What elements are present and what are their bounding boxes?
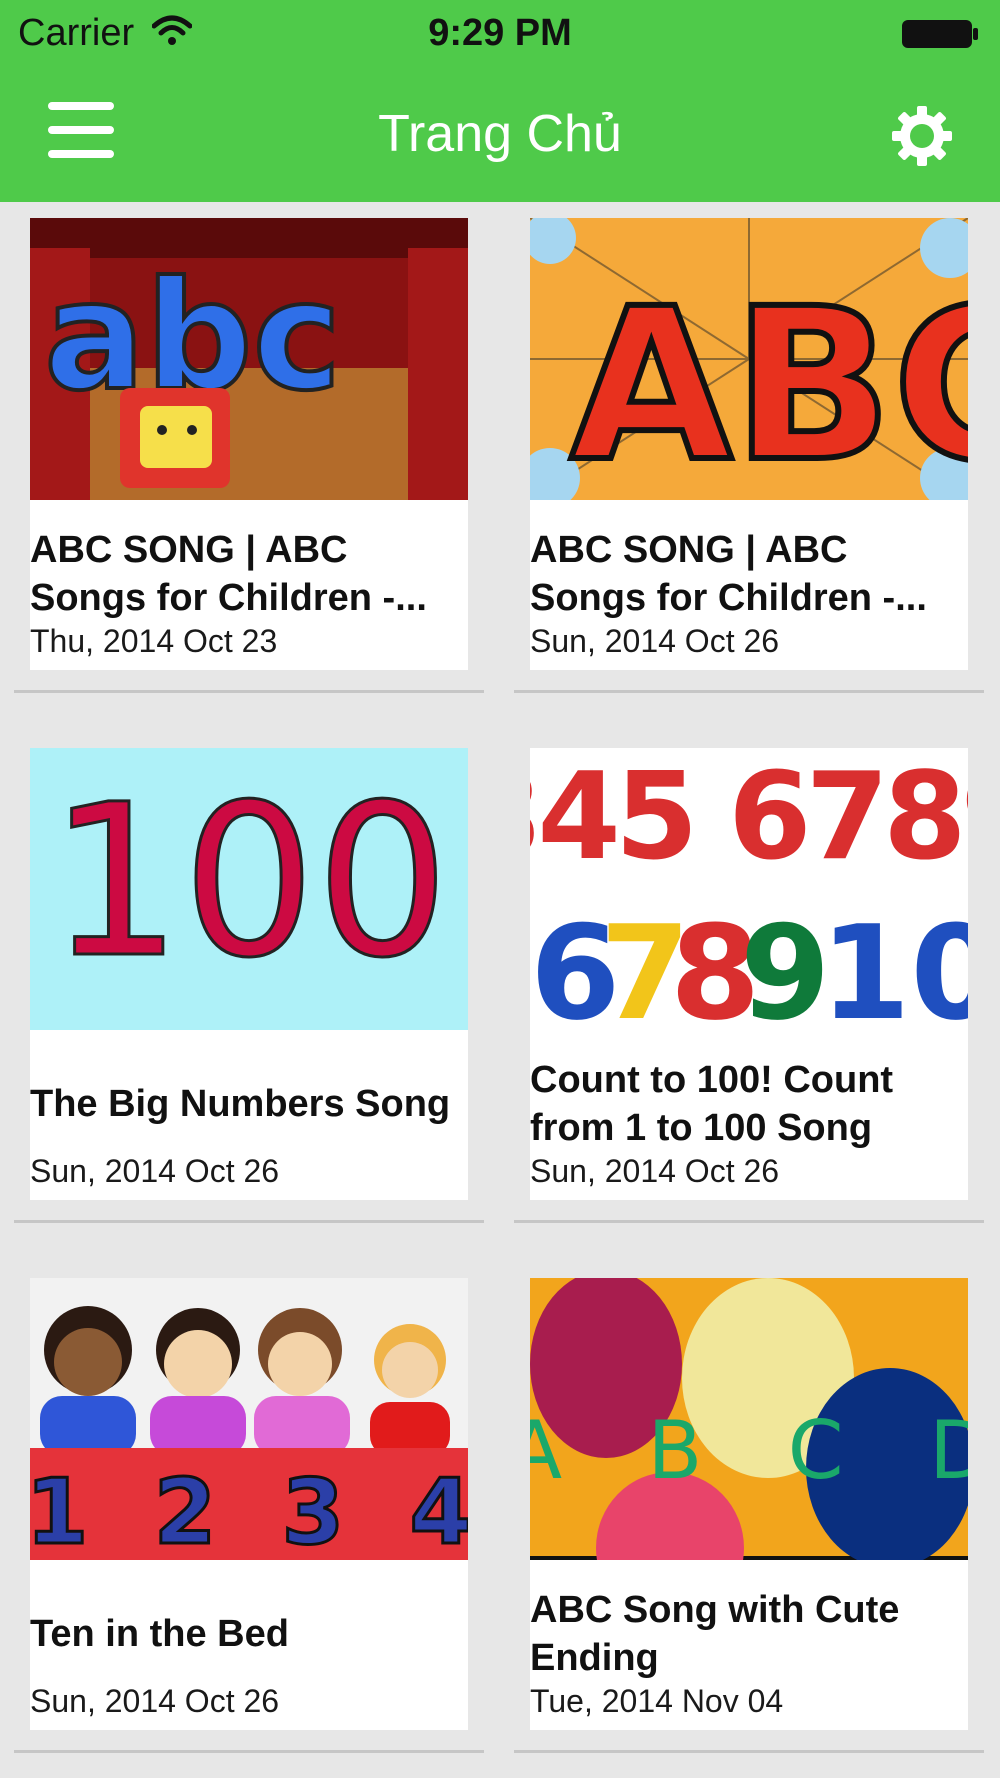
thumbnail-text: ABC <box>570 263 968 500</box>
thumbnail-text: 100 <box>49 759 450 1004</box>
svg-text:10: 10 <box>820 897 968 1030</box>
video-thumbnail: A B C D <box>530 1278 968 1560</box>
video-date: Sun, 2014 Oct 26 <box>30 1683 280 1719</box>
video-card[interactable]: 12345 678910 6 7 8 9 10 Count to 100! Co… <box>514 732 984 1223</box>
video-card-body: 1 2 3 4 Ten in the Bed Sun, 2014 Oct 26 <box>30 1278 468 1730</box>
video-thumbnail: abc <box>30 218 468 500</box>
video-date: Sun, 2014 Oct 26 <box>30 1153 280 1189</box>
video-card-body: ABC ABC SONG | ABC Songs for Children -.… <box>530 218 968 670</box>
video-card-body: abc ABC SONG | ABC Songs for Children -.… <box>30 218 468 670</box>
page-title: Trang Chủ <box>378 105 622 163</box>
video-thumbnail: ABC <box>530 218 968 500</box>
nav-bar: Trang Chủ <box>0 66 1000 202</box>
gear-icon[interactable] <box>890 104 954 168</box>
video-card[interactable]: 1 2 3 4 Ten in the Bed Sun, 2014 Oct 26 <box>14 1262 484 1753</box>
video-thumbnail: 100 <box>30 748 468 1030</box>
video-date: Tue, 2014 Nov 04 <box>530 1683 784 1719</box>
clock-label: 9:29 PM <box>428 12 572 54</box>
video-thumbnail: 1 2 3 4 <box>30 1278 468 1560</box>
video-thumbnail: 12345 678910 6 7 8 9 10 <box>530 748 968 1030</box>
video-date: Sun, 2014 Oct 26 <box>530 623 780 659</box>
svg-text:9: 9 <box>740 897 830 1030</box>
video-card[interactable]: ABC ABC SONG | ABC Songs for Children -.… <box>514 202 984 693</box>
video-card-body: 100 The Big Numbers Song Sun, 2014 Oct 2… <box>30 748 468 1200</box>
video-card-body: 12345 678910 6 7 8 9 10 Count to 100! Co… <box>530 748 968 1200</box>
video-card[interactable]: A B C D ABC Song with Cute Ending Tue, 2… <box>514 1262 984 1753</box>
thumbnail-text: A B C D <box>530 1404 968 1497</box>
video-date: Thu, 2014 Oct 23 <box>30 623 278 659</box>
thumbnail-text: 1 2 3 4 <box>30 1460 468 1560</box>
thumbnail-text: 12345 678910 <box>530 748 968 887</box>
video-card-body: A B C D ABC Song with Cute Ending Tue, 2… <box>530 1278 968 1730</box>
video-card[interactable]: 100 The Big Numbers Song Sun, 2014 Oct 2… <box>14 732 484 1223</box>
video-card[interactable]: abc ABC SONG | ABC Songs for Children -.… <box>14 202 484 693</box>
video-date: Sun, 2014 Oct 26 <box>530 1153 780 1189</box>
video-grid: abc ABC SONG | ABC Songs for Children -.… <box>0 202 1000 1778</box>
status-bar: Carrier 9:29 PM <box>0 0 1000 66</box>
battery-icon <box>902 20 978 48</box>
